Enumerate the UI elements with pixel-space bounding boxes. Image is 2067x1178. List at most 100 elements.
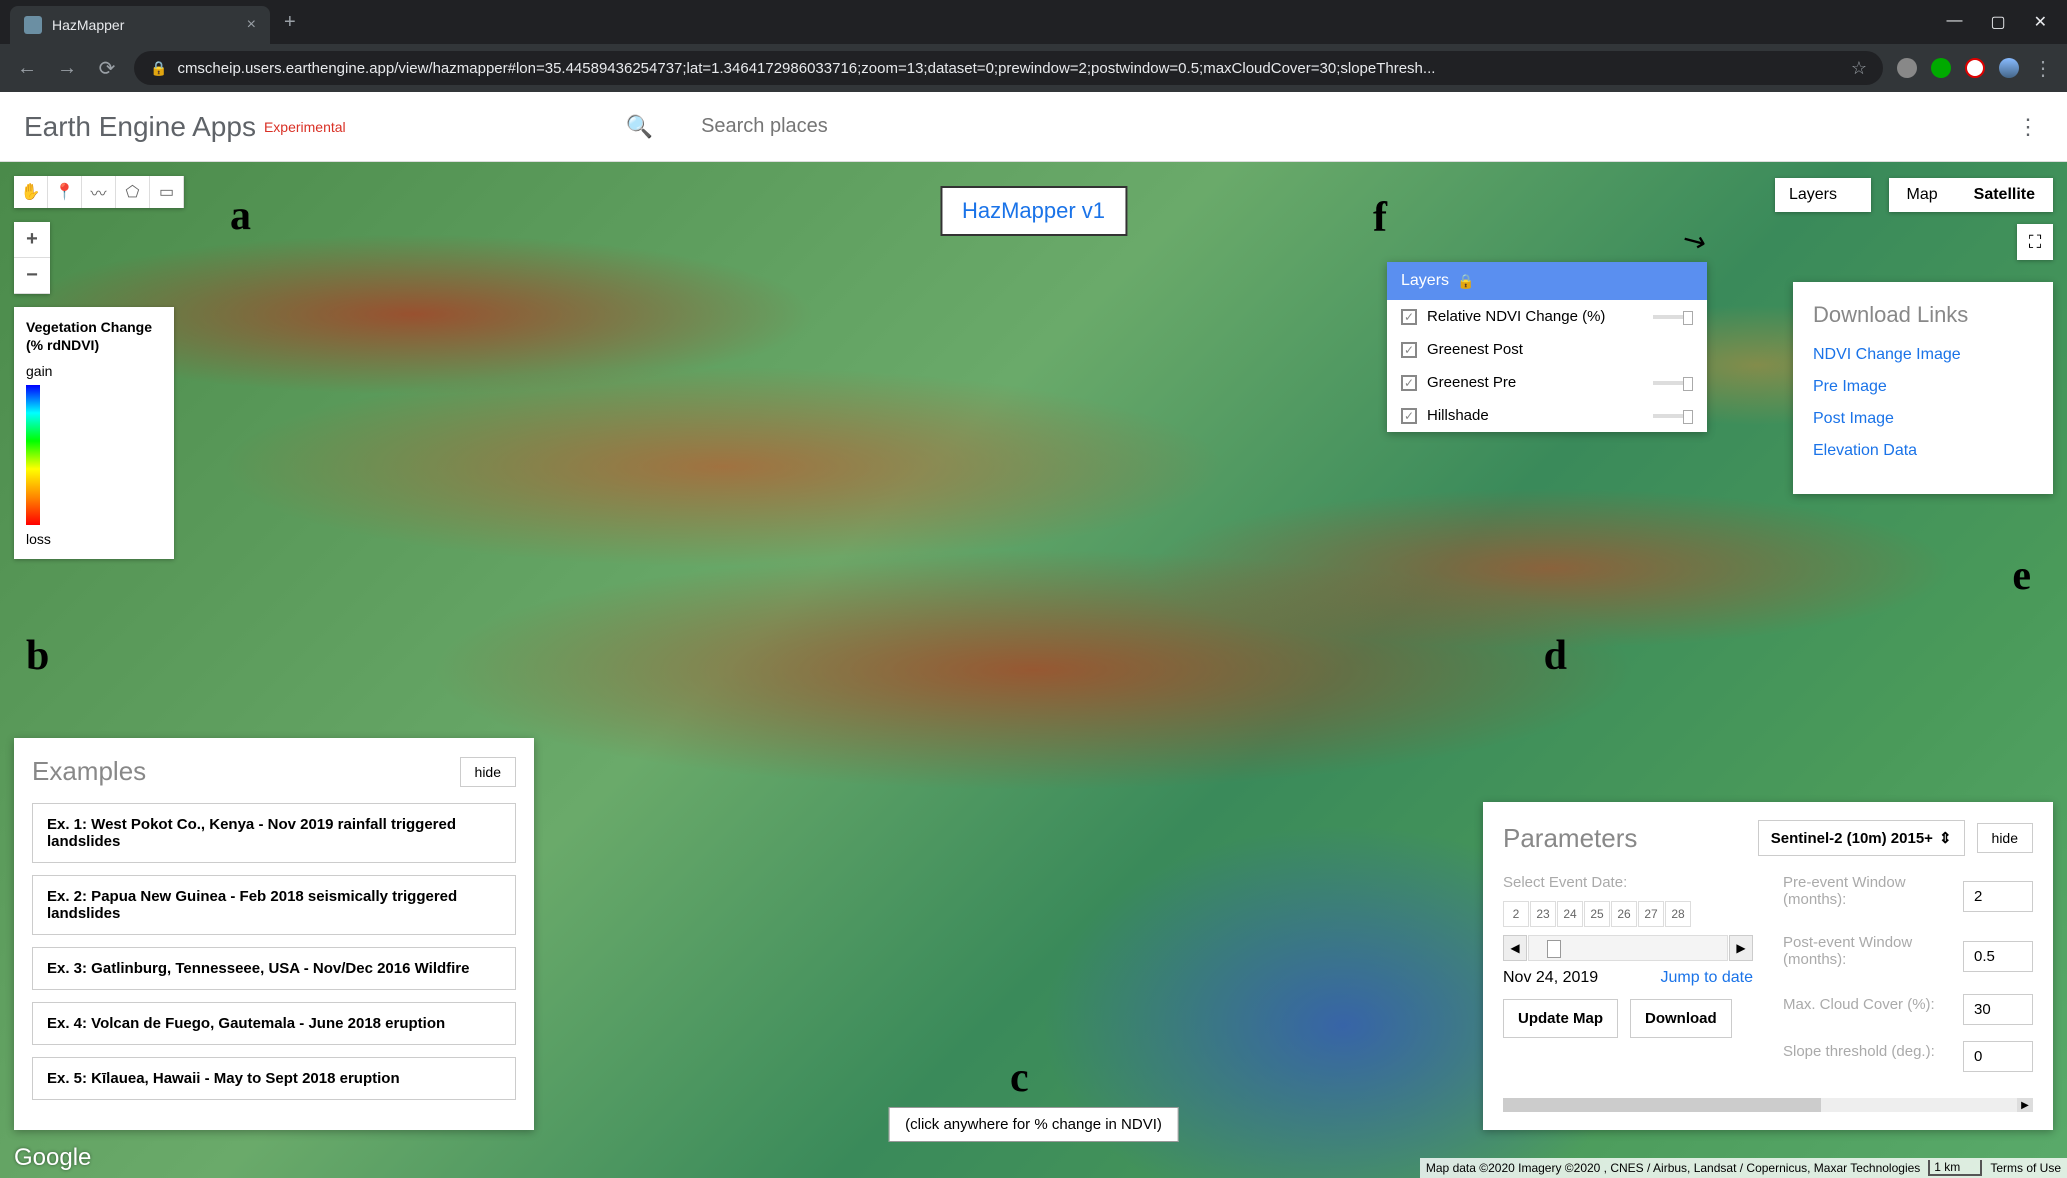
rectangle-tool-icon[interactable]: ▭ xyxy=(150,176,184,208)
layers-lock-icon[interactable]: 🔒 xyxy=(1457,273,1474,290)
layer-checkbox[interactable]: ✓ xyxy=(1401,309,1417,325)
profile-avatar[interactable] xyxy=(1999,58,2019,78)
parameters-scrollbar[interactable]: ▶ xyxy=(1503,1098,2033,1112)
layers-panel-header[interactable]: Layers 🔒 xyxy=(1387,262,1707,300)
figure-annotation: d xyxy=(1544,632,1567,680)
download-button[interactable]: Download xyxy=(1630,999,1732,1038)
terms-link[interactable]: Terms of Use xyxy=(1990,1161,2061,1175)
zoom-in-button[interactable]: + xyxy=(14,222,50,258)
tab-title: HazMapper xyxy=(52,17,124,33)
google-logo: Google xyxy=(14,1144,91,1172)
day-cell[interactable]: 28 xyxy=(1665,901,1691,927)
layer-opacity-slider[interactable] xyxy=(1653,381,1693,385)
date-prev-icon[interactable]: ◀ xyxy=(1503,935,1527,961)
download-link-pre[interactable]: Pre Image xyxy=(1813,378,2033,396)
download-link-post[interactable]: Post Image xyxy=(1813,410,2033,428)
examples-panel: Examples hide Ex. 1: West Pokot Co., Ken… xyxy=(14,738,534,1130)
example-item[interactable]: Ex. 1: West Pokot Co., Kenya - Nov 2019 … xyxy=(32,803,516,863)
tab-close-icon[interactable]: × xyxy=(247,16,256,34)
scroll-right-icon[interactable]: ▶ xyxy=(2017,1098,2033,1112)
download-link-elevation[interactable]: Elevation Data xyxy=(1813,442,2033,460)
fullscreen-button[interactable]: ⛶ xyxy=(2017,224,2053,260)
event-date-label: Select Event Date: xyxy=(1503,874,1753,891)
minimize-icon[interactable]: — xyxy=(1946,12,1962,32)
address-bar: ← → ⟳ 🔒 cmscheip.users.earthengine.app/v… xyxy=(0,44,2067,92)
layer-opacity-slider[interactable] xyxy=(1653,414,1693,418)
layer-item[interactable]: ✓ Relative NDVI Change (%) xyxy=(1387,300,1707,333)
layer-checkbox[interactable]: ✓ xyxy=(1401,408,1417,424)
legend-panel: Vegetation Change (% rdNDVI) gain loss xyxy=(14,307,174,559)
parameters-panel: Parameters Sentinel-2 (10m) 2015+ ⇕ hide… xyxy=(1483,802,2053,1130)
dataset-select[interactable]: Sentinel-2 (10m) 2015+ ⇕ xyxy=(1758,820,1965,856)
layer-item[interactable]: ✓ Hillshade xyxy=(1387,399,1707,432)
day-cell[interactable]: 23 xyxy=(1530,901,1556,927)
zoom-control: + − xyxy=(14,222,50,294)
day-cell[interactable]: 25 xyxy=(1584,901,1610,927)
pan-tool-icon[interactable]: ✋ xyxy=(14,176,48,208)
new-tab-button[interactable]: + xyxy=(284,11,296,34)
day-cell[interactable]: 27 xyxy=(1638,901,1664,927)
chevron-updown-icon: ⇕ xyxy=(1939,829,1952,847)
download-link-ndvi[interactable]: NDVI Change Image xyxy=(1813,346,2033,364)
layer-item[interactable]: ✓ Greenest Post xyxy=(1387,333,1707,366)
maptype-map[interactable]: Map xyxy=(1889,178,1956,212)
reload-button[interactable]: ⟳ xyxy=(94,56,120,81)
extension-icon[interactable] xyxy=(1897,58,1917,78)
url-input[interactable]: 🔒 cmscheip.users.earthengine.app/view/ha… xyxy=(134,51,1883,85)
pre-window-input[interactable] xyxy=(1963,881,2033,912)
polygon-tool-icon[interactable]: ⬠ xyxy=(116,176,150,208)
marker-tool-icon[interactable]: 📍 xyxy=(48,176,82,208)
maximize-icon[interactable]: ▢ xyxy=(1990,12,2005,32)
jump-to-date-link[interactable]: Jump to date xyxy=(1661,969,1754,987)
layer-label: Hillshade xyxy=(1427,407,1489,424)
layer-label: Relative NDVI Change (%) xyxy=(1427,308,1605,325)
figure-annotation: b xyxy=(26,632,49,680)
app-title: Earth Engine Apps xyxy=(24,111,256,143)
cloud-cover-input[interactable] xyxy=(1963,994,2033,1025)
browser-menu-icon[interactable]: ⋮ xyxy=(2033,56,2053,81)
layer-opacity-slider[interactable] xyxy=(1653,315,1693,319)
legend-gain-label: gain xyxy=(26,363,162,379)
layer-checkbox[interactable]: ✓ xyxy=(1401,342,1417,358)
extension-icon[interactable] xyxy=(1931,58,1951,78)
line-tool-icon[interactable]: 〰 xyxy=(82,176,116,208)
download-panel: Download Links NDVI Change Image Pre Ima… xyxy=(1793,282,2053,494)
example-item[interactable]: Ex. 4: Volcan de Fuego, Gautemala - June… xyxy=(32,1002,516,1045)
legend-subtitle: (% rdNDVI) xyxy=(26,337,162,353)
update-map-button[interactable]: Update Map xyxy=(1503,999,1618,1038)
parameters-hide-button[interactable]: hide xyxy=(1977,823,2033,853)
browser-tab[interactable]: HazMapper × xyxy=(10,6,270,44)
date-next-icon[interactable]: ▶ xyxy=(1729,935,1753,961)
maptype-satellite[interactable]: Satellite xyxy=(1956,178,2053,212)
map-canvas[interactable]: ✋ 📍 〰 ⬠ ▭ + − Vegetation Change (% rdNDV… xyxy=(0,162,2067,1178)
maptype-switch: Map Satellite xyxy=(1889,178,2053,212)
post-window-input[interactable] xyxy=(1963,941,2033,972)
day-cell[interactable]: 24 xyxy=(1557,901,1583,927)
selected-date-text: Nov 24, 2019 xyxy=(1503,969,1598,987)
legend-gradient xyxy=(26,385,40,525)
search-icon[interactable]: 🔍 xyxy=(626,114,653,140)
close-window-icon[interactable]: ✕ xyxy=(2034,12,2047,32)
example-item[interactable]: Ex. 5: Kīlauea, Hawaii - May to Sept 201… xyxy=(32,1057,516,1100)
layer-item[interactable]: ✓ Greenest Pre xyxy=(1387,366,1707,399)
tab-favicon xyxy=(24,16,42,34)
layers-toggle-button[interactable]: Layers xyxy=(1775,178,1871,212)
back-button[interactable]: ← xyxy=(14,57,40,80)
slope-threshold-input[interactable] xyxy=(1963,1041,2033,1072)
example-item[interactable]: Ex. 3: Gatlinburg, Tennesseee, USA - Nov… xyxy=(32,947,516,990)
layer-checkbox[interactable]: ✓ xyxy=(1401,375,1417,391)
search-input[interactable] xyxy=(671,115,2013,138)
day-cell[interactable]: 26 xyxy=(1611,901,1637,927)
extension-icon[interactable] xyxy=(1965,58,1985,78)
bookmark-icon[interactable]: ☆ xyxy=(1851,58,1867,79)
app-menu-icon[interactable]: ⋮ xyxy=(2013,110,2043,144)
legend-title: Vegetation Change xyxy=(26,319,162,335)
zoom-out-button[interactable]: − xyxy=(14,258,50,294)
forward-button[interactable]: → xyxy=(54,57,80,80)
examples-title: Examples xyxy=(32,756,146,787)
examples-hide-button[interactable]: hide xyxy=(460,757,516,787)
day-cell[interactable]: 2 xyxy=(1503,901,1529,927)
date-slider-handle[interactable] xyxy=(1547,940,1561,958)
map-attribution: Map data ©2020 Imagery ©2020 , CNES / Ai… xyxy=(1420,1158,2067,1178)
example-item[interactable]: Ex. 2: Papua New Guinea - Feb 2018 seism… xyxy=(32,875,516,935)
